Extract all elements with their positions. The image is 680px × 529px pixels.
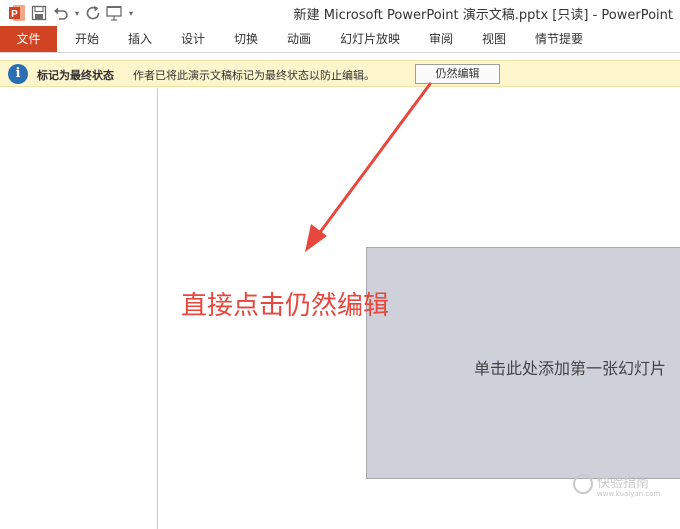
tab-transitions[interactable]: 切换 <box>225 26 267 52</box>
tab-file[interactable]: 文件 <box>0 26 57 52</box>
window-title: 新建 Microsoft PowerPoint 演示文稿.pptx [只读] -… <box>293 8 673 23</box>
watermark-text: 快验指南 <box>597 476 650 491</box>
slide-placeholder-text[interactable]: 单击此处添加第一张幻灯片 <box>474 355 666 379</box>
redo-icon[interactable] <box>82 3 104 23</box>
message-text: 作者已将此演示文稿标记为最终状态以防止编辑。 <box>133 69 375 82</box>
annotation-caption: 直接点击仍然编辑 <box>181 291 390 321</box>
watermark-subtext: www.kuaiyan.com <box>597 490 661 498</box>
quick-access-toolbar: P ▾ ▾ <box>6 3 136 23</box>
edit-anyway-button[interactable]: 仍然编辑 <box>415 64 500 84</box>
tab-storyboarding[interactable]: 情节提要 <box>526 26 592 52</box>
title-bar: P ▾ ▾ 新建 Microsoft PowerPoint 演示文稿.pptx … <box>0 0 680 26</box>
tab-insert[interactable]: 插入 <box>119 26 161 52</box>
tab-home[interactable]: 开始 <box>66 26 108 52</box>
watermark-icon <box>573 474 593 494</box>
slide-thumbnail-pane[interactable] <box>0 88 158 529</box>
powerpoint-logo-icon[interactable]: P <box>6 3 28 23</box>
watermark-logo: 快验指南 www.kuaiyan.com <box>573 470 677 510</box>
undo-dropdown-icon[interactable]: ▾ <box>72 3 82 23</box>
undo-icon[interactable] <box>50 3 72 23</box>
customize-toolbar-icon[interactable]: ▾ <box>126 3 136 23</box>
ribbon-tab-bar: 文件 开始 插入 设计 切换 动画 幻灯片放映 审阅 视图 情节提要 <box>0 26 680 53</box>
start-from-beginning-icon[interactable] <box>104 3 126 23</box>
slide-editing-area[interactable]: 单击此处添加第一张幻灯片 直接点击仍然编辑 <box>159 88 680 529</box>
info-icon: i <box>8 64 28 84</box>
slide-canvas[interactable]: 单击此处添加第一张幻灯片 <box>366 247 680 479</box>
marked-as-final-message-bar: i 标记为最终状态 作者已将此演示文稿标记为最终状态以防止编辑。 仍然编辑 <box>0 60 680 87</box>
save-icon[interactable] <box>28 3 50 23</box>
tab-design[interactable]: 设计 <box>172 26 214 52</box>
message-title: 标记为最终状态 <box>37 69 114 82</box>
tab-review[interactable]: 审阅 <box>420 26 462 52</box>
tab-slideshow[interactable]: 幻灯片放映 <box>331 26 409 52</box>
tab-animations[interactable]: 动画 <box>278 26 320 52</box>
tab-view[interactable]: 视图 <box>473 26 515 52</box>
svg-text:P: P <box>11 9 18 20</box>
